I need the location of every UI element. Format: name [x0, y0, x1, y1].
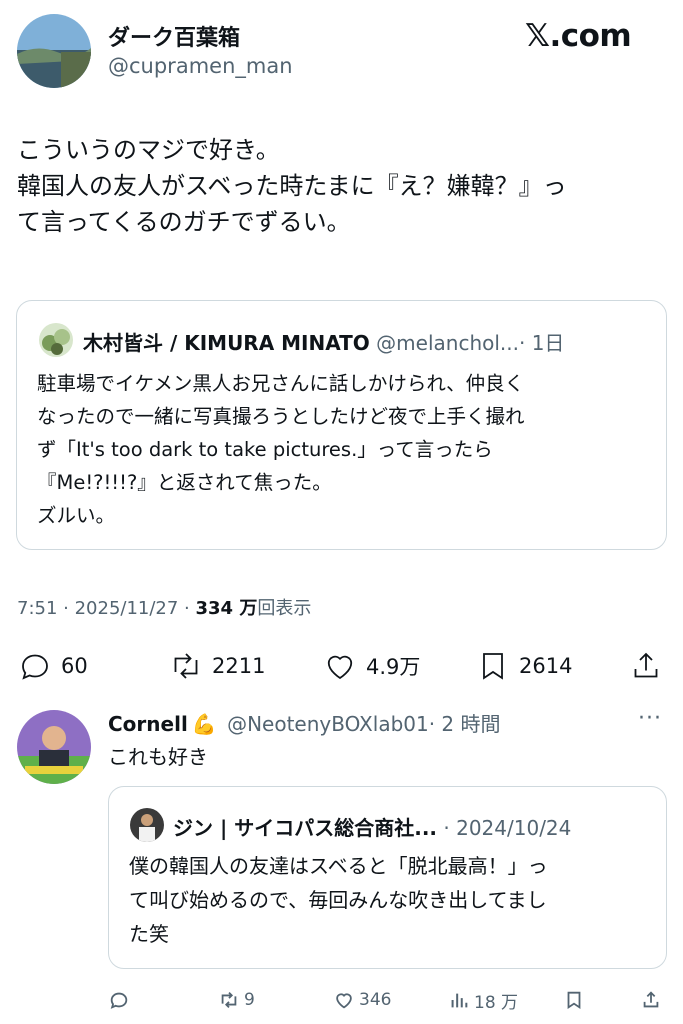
quote-text-line: ず「It's too dark to take pictures.」って言ったら [37, 438, 493, 461]
post-text-line: 韓国人の友人がスベった時たまに『え？嫌韓？』っ [17, 172, 567, 200]
quoted-post[interactable]: 木村皆斗 / KIMURA MINATO @melanchol...· 1日 駐… [16, 300, 667, 550]
reply-views-button[interactable]: 18 万 [448, 988, 519, 1013]
reply-share-button[interactable] [640, 988, 662, 1012]
quote-text-line: なったので一緒に写真撮ろうとしたけど夜で上手く撮れ [37, 405, 525, 428]
repost-count: 2211 [212, 654, 266, 678]
bookmark-button[interactable]: 2614 [475, 648, 572, 684]
post-text-line: て言ってくるのガチでずるい。 [17, 208, 351, 236]
bookmark-count: 2614 [519, 654, 573, 678]
like-button[interactable]: 4.9万 [322, 648, 420, 684]
repost-button[interactable]: 2211 [168, 648, 265, 684]
reply-like-count: 346 [359, 990, 392, 1010]
reply-repost-count: 9 [244, 990, 255, 1010]
reply-like-button[interactable]: 346 [333, 988, 391, 1012]
quote-header: 木村皆斗 / KIMURA MINATO @melanchol...· 1日 [83, 327, 564, 356]
reply-handle[interactable]: @NeotenyBOXlab01 [227, 712, 429, 736]
repost-icon [168, 648, 204, 684]
reply-icon [108, 989, 130, 1011]
reply-repost-button[interactable]: 9 [218, 988, 255, 1012]
more-options-icon[interactable]: ··· [638, 706, 662, 731]
reply-bookmark-button[interactable] [563, 988, 585, 1012]
reply-quote-header: ジン | サイコパス総合商社... · 2024/10/24 [173, 812, 571, 841]
views-count[interactable]: 334 万 [196, 598, 258, 619]
reply-quote-author-name[interactable]: ジン | サイコパス総合商社... [173, 816, 437, 840]
quote-text-line: 駐車場でイケメン黒人お兄さんに話しかけられ、仲良く [37, 372, 525, 395]
analytics-icon [448, 989, 470, 1011]
x-com-logo: 𝕏.com [525, 18, 632, 54]
share-icon [640, 989, 662, 1011]
quote-text-line: ズルい。 [37, 504, 116, 527]
quote-avatar [39, 323, 73, 357]
reply-quote-text-line: た笑 [129, 922, 169, 946]
like-count: 4.9万 [366, 655, 421, 679]
post-timestamp[interactable]: 7:51 · 2025/11/27 · [17, 598, 196, 619]
author-handle[interactable]: @cupramen_man [108, 54, 293, 78]
reply-avatar[interactable] [17, 710, 91, 784]
author-avatar[interactable] [17, 14, 91, 88]
bookmark-icon [475, 648, 511, 684]
author-name[interactable]: ダーク百葉箱 [108, 20, 240, 52]
bookmark-icon [563, 989, 585, 1011]
repost-icon [218, 989, 240, 1011]
reply-quoted-post[interactable]: ジン | サイコパス総合商社... · 2024/10/24 僕の韓国人の友達は… [108, 786, 667, 969]
reply-text: これも好き [108, 745, 208, 769]
reply-views-count: 18 万 [474, 992, 519, 1013]
reply-count: 60 [61, 654, 88, 678]
reply-reply-button[interactable] [108, 988, 134, 1012]
views-label: 回表示 [257, 598, 312, 619]
share-icon [628, 648, 664, 684]
reply-author-name[interactable]: Cornell [108, 712, 188, 736]
reply-button[interactable]: 60 [17, 648, 88, 684]
heart-icon [333, 989, 355, 1011]
post-text: こういうのマジで好き。 韓国人の友人がスベった時たまに『え？嫌韓？』っ て言って… [17, 132, 567, 240]
post-text-line: こういうのマジで好き。 [17, 136, 280, 164]
heart-icon [322, 648, 358, 684]
quote-time[interactable]: · 1日 [519, 331, 564, 355]
post-meta: 7:51 · 2025/11/27 · 334 万回表示 [17, 594, 311, 620]
quote-author-name[interactable]: 木村皆斗 / KIMURA MINATO [83, 331, 370, 355]
share-button[interactable] [628, 648, 664, 684]
reply-time[interactable]: · 2 時間 [429, 712, 501, 736]
reply-quote-text-line: て叫び始めるので、毎回みんな吹き出してまし [129, 888, 547, 912]
quote-handle[interactable]: @melanchol... [376, 331, 519, 355]
reply-quote-avatar [130, 808, 164, 842]
quote-text: 駐車場でイケメン黒人お兄さんに話しかけられ、仲良く なったので一緒に写真撮ろうと… [37, 367, 525, 532]
reply-quote-text-line: 僕の韓国人の友達はスベると「脱北最高！」っ [129, 854, 548, 878]
flexed-biceps-emoji: 💪 [191, 712, 217, 736]
reply-header: Cornell 💪 @NeotenyBOXlab01· 2 時間 [108, 708, 501, 737]
reply-quote-text: 僕の韓国人の友達はスベると「脱北最高！」っ て叫び始めるので、毎回みんな吹き出し… [129, 849, 548, 951]
quote-text-line: 『Me!?!!!?』と返されて焦った。 [37, 471, 332, 494]
reply-quote-time[interactable]: · 2024/10/24 [443, 816, 571, 840]
reply-icon [17, 648, 53, 684]
